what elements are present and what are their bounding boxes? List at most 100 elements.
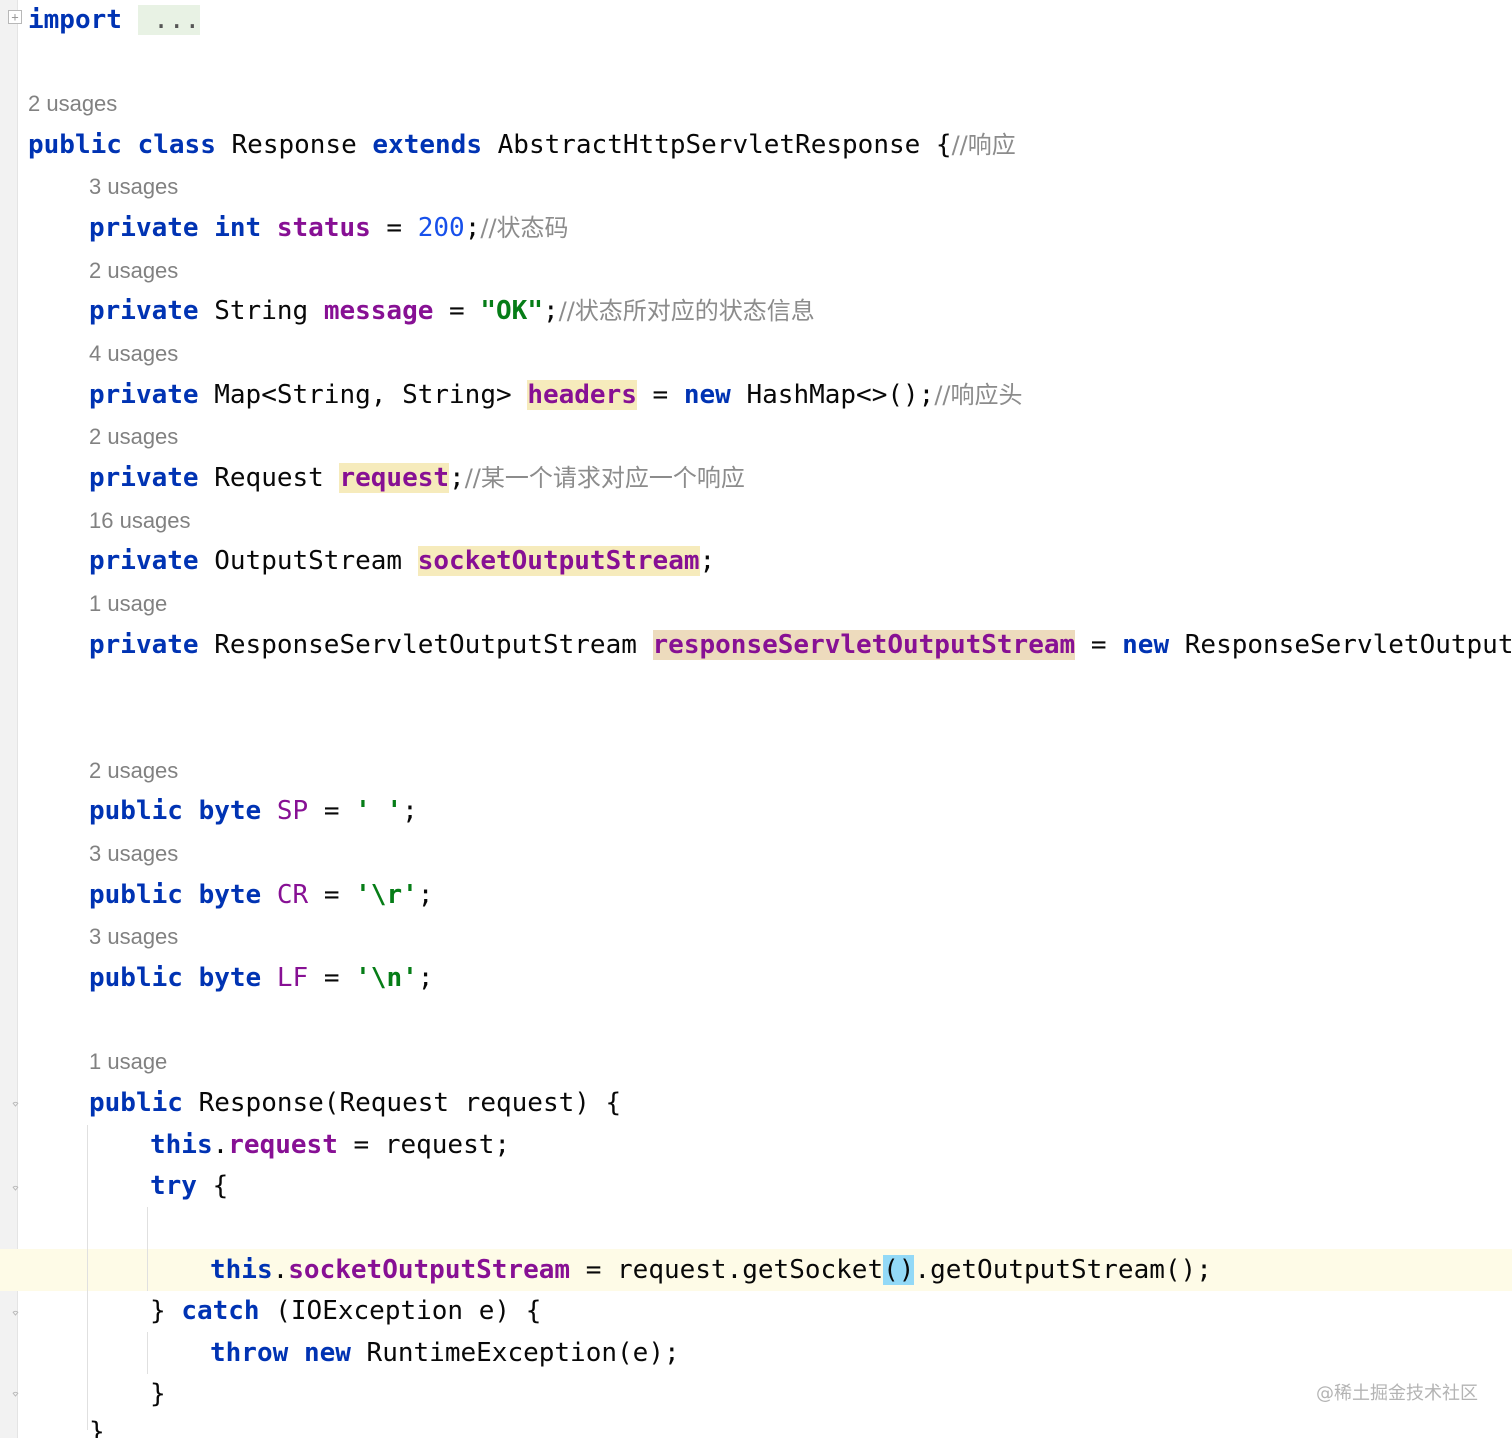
keyword: public: [89, 963, 183, 993]
type-name: Map<String, String>: [198, 380, 528, 410]
code-line-assign-request[interactable]: this.request = request;: [150, 1125, 510, 1165]
fold-marker-icon[interactable]: ⌔: [8, 1386, 23, 1404]
catch-clause: (IOException e) {: [259, 1296, 542, 1326]
brace: {: [196, 1171, 229, 1201]
code-line-status[interactable]: private int status = 200;//状态码: [89, 208, 569, 248]
expression: RuntimeException(e);: [350, 1338, 680, 1368]
usages-hint[interactable]: 1 usage: [89, 588, 167, 620]
matched-parens: (): [883, 1255, 915, 1285]
brace: }: [89, 1417, 105, 1438]
keyword: this: [150, 1130, 213, 1160]
usages-hint[interactable]: 4 usages: [89, 338, 178, 370]
brace: {: [920, 130, 952, 160]
semicolon: ;: [402, 796, 418, 826]
code-line-class[interactable]: public class Response extends AbstractHt…: [28, 125, 1016, 165]
keyword: private: [89, 546, 199, 576]
field-name: LF: [276, 963, 309, 993]
fold-marker-icon[interactable]: ⌔: [8, 1180, 23, 1198]
keyword: public: [89, 880, 183, 910]
usages-hint[interactable]: 3 usages: [89, 838, 178, 870]
expression: HashMap<>();: [730, 380, 935, 410]
keyword: import: [28, 5, 122, 35]
keyword: public: [89, 1088, 183, 1118]
semicolon: ;: [464, 213, 481, 243]
comment: //响应: [951, 131, 1016, 159]
brace: }: [150, 1379, 166, 1409]
code-line-import[interactable]: import ...: [28, 0, 201, 40]
field-name: SP: [276, 796, 309, 826]
operator: =: [370, 213, 418, 243]
type-name: String: [198, 296, 324, 326]
usages-hint[interactable]: 3 usages: [89, 171, 178, 203]
field-name: message: [323, 296, 434, 326]
usages-hint[interactable]: 2 usages: [28, 88, 117, 120]
code-line-throw[interactable]: throw new RuntimeException(e);: [210, 1333, 680, 1373]
comment: //状态所对应的状态信息: [558, 297, 815, 325]
semicolon: ;: [417, 963, 434, 993]
operator: =: [308, 963, 356, 993]
indent-guide: [147, 1207, 148, 1291]
watermark: @稀土掘金技术社区: [1316, 1383, 1478, 1404]
code-line-request[interactable]: private Request request;//某一个请求对应一个响应: [89, 458, 745, 498]
expression: .getOutputStream();: [914, 1255, 1212, 1285]
constructor-signature: Response(Request request) {: [182, 1088, 622, 1118]
code-line-partial[interactable]: }: [89, 1412, 105, 1438]
folded-imports[interactable]: ...: [137, 5, 201, 35]
field-name: request: [228, 1130, 338, 1160]
code-line-try[interactable]: try {: [150, 1166, 228, 1206]
keyword: catch: [181, 1296, 260, 1326]
expression: = request;: [337, 1130, 511, 1160]
usages-hint[interactable]: 2 usages: [89, 755, 178, 787]
dot: .: [272, 1255, 289, 1285]
indent-guide: [87, 1125, 88, 1430]
usages-hint[interactable]: 3 usages: [89, 921, 178, 953]
code-line-socket-assign[interactable]: this.socketOutputStream = request.getSoc…: [210, 1250, 1212, 1290]
usages-hint[interactable]: 1 usage: [89, 1046, 167, 1078]
field-name-highlighted: socketOutputStream: [417, 546, 700, 576]
keyword: private: [89, 630, 199, 660]
keyword: this: [210, 1255, 273, 1285]
code-line-headers[interactable]: private Map<String, String> headers = ne…: [89, 375, 1023, 415]
operator: =: [433, 296, 481, 326]
fold-marker-icon[interactable]: ⌔: [8, 1305, 23, 1323]
keyword: public: [89, 796, 183, 826]
code-line-lf[interactable]: public byte LF = '\n';: [89, 958, 433, 998]
char-literal: '\r': [355, 880, 418, 910]
code-line-message[interactable]: private String message = "OK";//状态所对应的状态…: [89, 291, 815, 331]
field-name-highlighted: headers: [527, 380, 637, 410]
code-line-response-stream[interactable]: private ResponseServletOutputStream resp…: [89, 625, 1512, 665]
fold-expand-icon[interactable]: +: [8, 10, 22, 24]
editor-gutter[interactable]: [0, 0, 18, 1438]
keyword: public: [28, 130, 122, 160]
indent-guide: [147, 1332, 148, 1374]
code-line-cr[interactable]: public byte CR = '\r';: [89, 875, 433, 915]
keyword: new: [303, 1338, 351, 1368]
keyword: extends: [372, 130, 482, 160]
semicolon: ;: [699, 546, 716, 576]
keyword: class: [137, 130, 216, 160]
char-literal: ' ': [355, 796, 403, 826]
comment: //某一个请求对应一个响应: [464, 464, 745, 492]
number-literal: 200: [417, 213, 465, 243]
class-name: Response: [231, 130, 357, 160]
code-line-socket[interactable]: private OutputStream socketOutputStream;: [89, 541, 715, 581]
code-line-sp[interactable]: public byte SP = ' ';: [89, 791, 418, 831]
operator: =: [1075, 630, 1123, 660]
code-line-catch[interactable]: } catch (IOException e) {: [150, 1291, 541, 1331]
code-line-constructor[interactable]: public Response(Request request) {: [89, 1083, 621, 1123]
usages-hint[interactable]: 2 usages: [89, 255, 178, 287]
code-line-close-brace[interactable]: }: [150, 1374, 166, 1414]
fold-marker-icon[interactable]: ⌔: [8, 1096, 23, 1114]
field-name: status: [276, 213, 371, 243]
keyword: private: [89, 296, 199, 326]
usages-hint[interactable]: 2 usages: [89, 421, 178, 453]
char-literal: '\n': [355, 963, 418, 993]
operator: =: [308, 880, 356, 910]
usages-hint[interactable]: 16 usages: [89, 505, 191, 537]
keyword: private: [89, 213, 199, 243]
expression: = request.getSocket: [570, 1255, 884, 1285]
semicolon: ;: [417, 880, 434, 910]
keyword: byte: [198, 796, 262, 826]
keyword: new: [683, 380, 731, 410]
comment: //响应头: [934, 381, 1023, 409]
